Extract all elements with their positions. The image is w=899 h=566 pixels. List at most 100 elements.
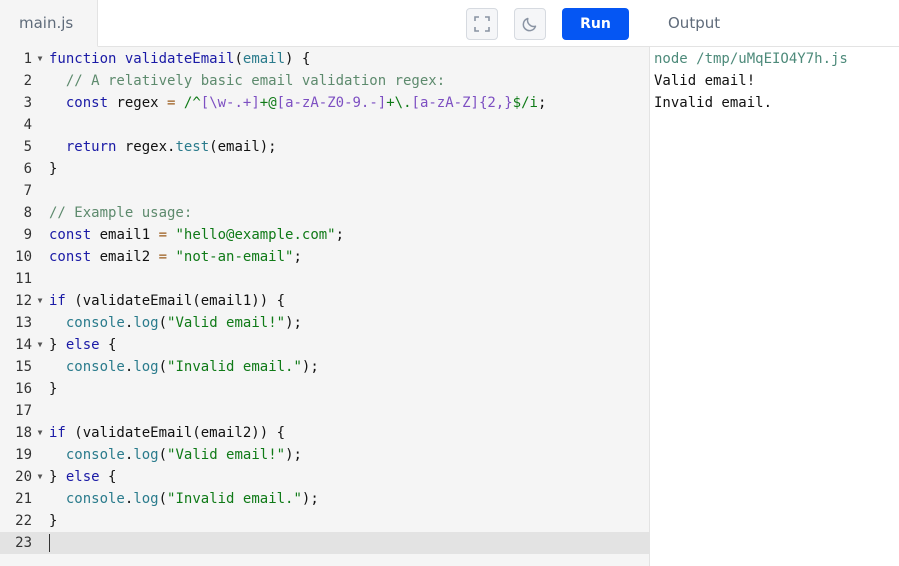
code-token: {2,}	[478, 95, 513, 111]
code-token: console	[65, 315, 125, 331]
line-number: 15	[15, 359, 32, 375]
code-line[interactable]: 2 // A relatively basic email validation…	[0, 70, 649, 92]
code-token: log	[133, 315, 159, 331]
code-token: (	[158, 315, 168, 331]
code-line[interactable]: 19 console.log("Valid email!");	[0, 444, 649, 466]
code-token: =	[158, 249, 168, 265]
code-line[interactable]: 4	[0, 114, 649, 136]
line-code: return regex.test(email);	[49, 136, 277, 158]
code-editor[interactable]: 1 ▼ function validateEmail(email) {2 // A …	[0, 48, 649, 566]
fold-toggle-icon[interactable]: ▼	[35, 334, 45, 356]
code-token: }	[49, 381, 58, 397]
code-token: const	[65, 95, 109, 111]
line-number: 18	[15, 425, 32, 441]
line-number: 19	[15, 447, 32, 463]
fold-toggle-icon[interactable]: ▼	[35, 422, 45, 444]
code-token: // A relatively basic email validation r…	[65, 73, 446, 89]
code-token: if	[49, 425, 66, 441]
code-line[interactable]: 16}	[0, 378, 649, 400]
code-token: console	[65, 491, 125, 507]
line-number: 11	[15, 271, 32, 287]
code-token: );	[301, 359, 319, 375]
code-token: email	[242, 51, 286, 67]
code-token: }	[49, 469, 66, 485]
line-code: console.log("Valid email!");	[49, 312, 302, 334]
fullscreen-button[interactable]	[466, 8, 498, 40]
code-token: ;	[335, 227, 345, 243]
code-token: =	[158, 227, 168, 243]
code-token: validateEmail	[124, 51, 235, 67]
code-token: (	[234, 51, 243, 67]
code-line[interactable]: 6}	[0, 158, 649, 180]
code-line[interactable]: 10 const email2 = "not-an-email";	[0, 246, 649, 268]
line-code: } else {	[49, 466, 116, 488]
code-line[interactable]: 7	[0, 180, 649, 202]
file-tab-main-js[interactable]: main.js	[0, 0, 98, 47]
fullscreen-icon	[474, 16, 490, 32]
code-line[interactable]: 20 ▼} else {	[0, 466, 649, 488]
code-token: (validateEmail(email1)) {	[65, 293, 286, 309]
code-token: }	[49, 337, 66, 353]
line-code: const email2 = "not-an-email";	[49, 246, 302, 268]
code-line[interactable]: 5 return regex.test(email);	[0, 136, 649, 158]
code-line[interactable]: 18 ▼ if (validateEmail(email2)) {	[0, 422, 649, 444]
code-token: log	[133, 491, 159, 507]
line-number: 9	[23, 227, 32, 243]
code-line[interactable]: 8 // Example usage:	[0, 202, 649, 224]
code-token: "hello@example.com"	[175, 227, 336, 243]
code-token: // Example usage:	[49, 205, 193, 221]
code-token: }	[49, 513, 58, 529]
line-number: 4	[23, 117, 32, 133]
line-code: console.log("Invalid email.");	[49, 488, 319, 510]
code-token: function	[49, 51, 117, 67]
code-token: log	[133, 359, 159, 375]
fold-toggle-icon[interactable]: ▼	[35, 48, 45, 70]
code-token: +\.	[386, 95, 412, 111]
code-token: "Invalid email."	[167, 491, 302, 507]
code-line[interactable]: 15 console.log("Invalid email.");	[0, 356, 649, 378]
code-token: (	[158, 491, 168, 507]
code-line[interactable]: 23	[0, 532, 649, 554]
code-token: ) {	[285, 51, 311, 67]
code-line[interactable]: 9 const email1 = "hello@example.com";	[0, 224, 649, 246]
line-number: 20	[15, 469, 32, 485]
fold-toggle-icon[interactable]: ▼	[35, 290, 45, 312]
code-token: "Invalid email."	[167, 359, 302, 375]
theme-toggle-button[interactable]	[514, 8, 546, 40]
code-line[interactable]: 12 ▼ if (validateEmail(email1)) {	[0, 290, 649, 312]
code-token: $/i	[512, 95, 538, 111]
code-line[interactable]: 14 ▼} else {	[0, 334, 649, 356]
code-line[interactable]: 3 const regex = /^[\w-.+]+@[a-zA-Z0-9.-]…	[0, 92, 649, 114]
code-line[interactable]: 1 ▼ function validateEmail(email) {	[0, 48, 649, 70]
run-button[interactable]: Run	[562, 8, 629, 40]
line-code: if (validateEmail(email2)) {	[49, 422, 285, 444]
code-line[interactable]: 17	[0, 400, 649, 422]
code-token: (	[158, 447, 168, 463]
line-code: console.log("Valid email!");	[49, 444, 302, 466]
fold-toggle-icon[interactable]: ▼	[35, 466, 45, 488]
line-code: if (validateEmail(email1)) {	[49, 290, 285, 312]
line-code: // A relatively basic email validation r…	[49, 70, 445, 92]
code-line[interactable]: 21 console.log("Invalid email.");	[0, 488, 649, 510]
line-number: 10	[15, 249, 32, 265]
code-line[interactable]: 22}	[0, 510, 649, 532]
line-number: 5	[23, 139, 32, 155]
code-token: [\w-.+]	[200, 95, 260, 111]
output-line: Valid email!	[654, 73, 756, 89]
code-token: +@	[259, 95, 277, 111]
output-title: Output	[650, 0, 899, 47]
line-number: 13	[15, 315, 32, 331]
output-console: node /tmp/uMqEIO4Y7h.js Valid email! Inva…	[654, 48, 848, 114]
code-line[interactable]: 13 console.log("Valid email!");	[0, 312, 649, 334]
code-token: console	[65, 359, 125, 375]
code-line[interactable]: 11	[0, 268, 649, 290]
output-command: node /tmp/uMqEIO4Y7h.js	[654, 51, 848, 67]
code-token: "Valid email!"	[167, 447, 286, 463]
line-number: 17	[15, 403, 32, 419]
code-token: else	[65, 469, 100, 485]
code-token: "not-an-email"	[175, 249, 294, 265]
moon-icon	[522, 17, 537, 32]
line-code: }	[49, 378, 57, 400]
line-code: }	[49, 510, 57, 532]
